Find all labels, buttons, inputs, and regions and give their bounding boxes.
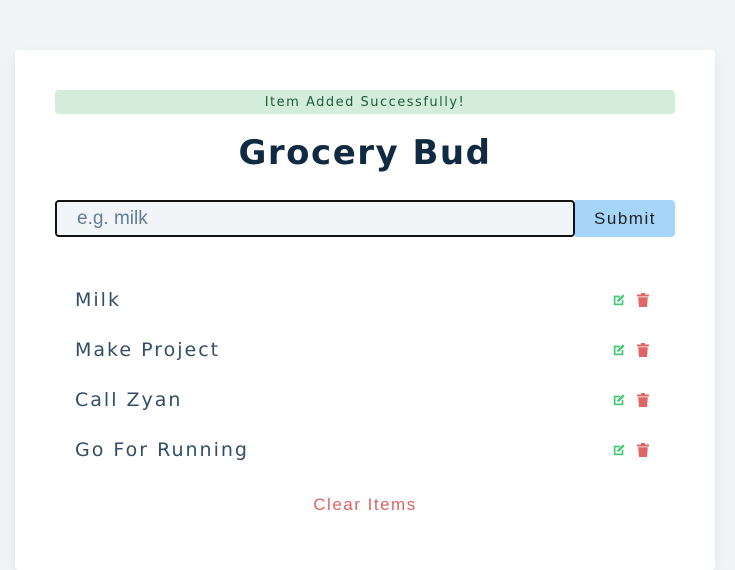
trash-icon[interactable]	[636, 443, 650, 457]
submit-button[interactable]: Submit	[575, 200, 675, 237]
trash-icon[interactable]	[636, 343, 650, 357]
list-item: Milk	[55, 275, 675, 325]
list-item: Go For Running	[55, 425, 675, 475]
list-item: Make Project	[55, 325, 675, 375]
item-title: Go For Running	[75, 439, 249, 461]
alert-text: Item Added Successfully!	[264, 94, 466, 110]
clear-items-button[interactable]: Clear Items	[15, 495, 715, 515]
item-actions	[612, 293, 650, 307]
edit-icon[interactable]	[612, 443, 626, 457]
item-title: Milk	[75, 289, 121, 311]
grocery-card: Item Added Successfully! Grocery Bud Sub…	[15, 50, 715, 570]
edit-icon[interactable]	[612, 293, 626, 307]
grocery-form: Submit	[55, 200, 675, 237]
item-title: Make Project	[75, 339, 221, 361]
item-title: Call Zyan	[75, 389, 183, 411]
edit-icon[interactable]	[612, 343, 626, 357]
page-title: Grocery Bud	[238, 133, 492, 173]
success-alert: Item Added Successfully!	[55, 90, 675, 114]
item-actions	[612, 443, 650, 457]
list-item: Call Zyan	[55, 375, 675, 425]
grocery-input[interactable]	[55, 200, 575, 237]
item-actions	[612, 393, 650, 407]
grocery-list: Milk Make Project Call Zyan Go For Runni…	[55, 275, 675, 475]
edit-icon[interactable]	[612, 393, 626, 407]
trash-icon[interactable]	[636, 393, 650, 407]
trash-icon[interactable]	[636, 293, 650, 307]
item-actions	[612, 343, 650, 357]
